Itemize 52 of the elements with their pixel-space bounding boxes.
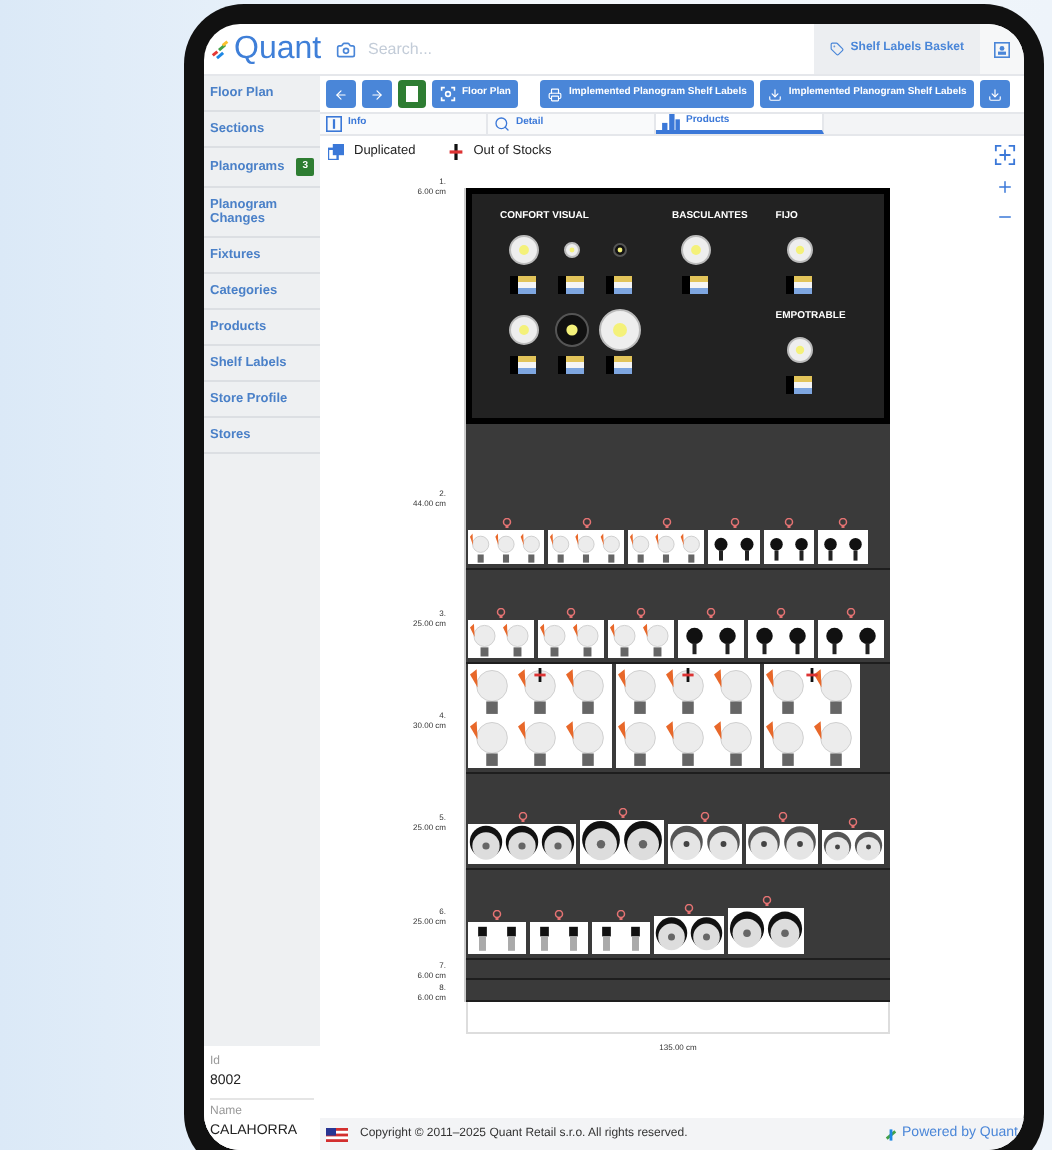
arrow-right-icon xyxy=(370,87,384,101)
account-button[interactable] xyxy=(980,24,1024,74)
square-icon xyxy=(406,86,418,102)
camera-icon[interactable] xyxy=(336,39,356,59)
zoom-in-icon[interactable] xyxy=(996,178,1014,196)
download-icon xyxy=(988,87,1003,101)
forward-button[interactable] xyxy=(362,80,392,108)
lamp-marker-icon xyxy=(846,608,856,618)
lamp-marker-icon xyxy=(554,910,564,920)
lamp-marker-icon xyxy=(700,812,710,822)
lamp-marker-icon xyxy=(661,518,671,528)
logo-icon xyxy=(884,1127,899,1141)
lamp-marker-icon xyxy=(838,518,848,528)
fit-to-screen-icon[interactable] xyxy=(994,144,1016,166)
search-icon xyxy=(494,116,510,132)
search-field[interactable]: Search... xyxy=(368,37,815,61)
scan-icon xyxy=(440,86,456,102)
lamp-marker-icon xyxy=(761,896,771,906)
out-of-stock-icon xyxy=(533,668,547,682)
info-icon xyxy=(326,116,342,132)
lamp-marker-icon xyxy=(492,910,502,920)
printer-icon xyxy=(548,87,563,101)
lamp-marker-icon xyxy=(617,808,627,818)
lamp-marker-icon xyxy=(496,608,506,618)
lamp-marker-icon xyxy=(706,608,716,618)
logo-icon xyxy=(210,39,230,59)
logo-text: Quant xyxy=(234,31,322,67)
flag-icon xyxy=(326,1127,348,1141)
lamp-marker-icon xyxy=(684,904,694,914)
arrow-left-icon xyxy=(334,87,348,101)
lamp-marker-icon xyxy=(517,812,527,822)
toggle-button[interactable] xyxy=(398,80,426,108)
lamp-marker-icon xyxy=(616,910,626,920)
user-card-icon xyxy=(994,41,1010,57)
lamp-marker-icon xyxy=(784,518,794,528)
lamp-marker-icon xyxy=(729,518,739,528)
out-of-stock-icon xyxy=(447,144,464,160)
out-of-stock-icon xyxy=(681,668,695,682)
download-icon xyxy=(768,87,783,101)
lamp-marker-icon xyxy=(777,812,787,822)
lamp-marker-icon xyxy=(776,608,786,618)
download-button[interactable] xyxy=(980,80,1011,108)
out-of-stock-icon xyxy=(805,668,819,682)
copy-icon xyxy=(328,144,344,160)
lamp-marker-icon xyxy=(581,518,591,528)
lamp-marker-icon xyxy=(501,518,511,528)
lamp-marker-icon xyxy=(636,608,646,618)
back-button[interactable] xyxy=(326,80,356,108)
tag-icon xyxy=(830,42,845,56)
products-icon xyxy=(662,114,680,130)
lamp-marker-icon xyxy=(848,818,858,828)
lamp-marker-icon xyxy=(566,608,576,618)
